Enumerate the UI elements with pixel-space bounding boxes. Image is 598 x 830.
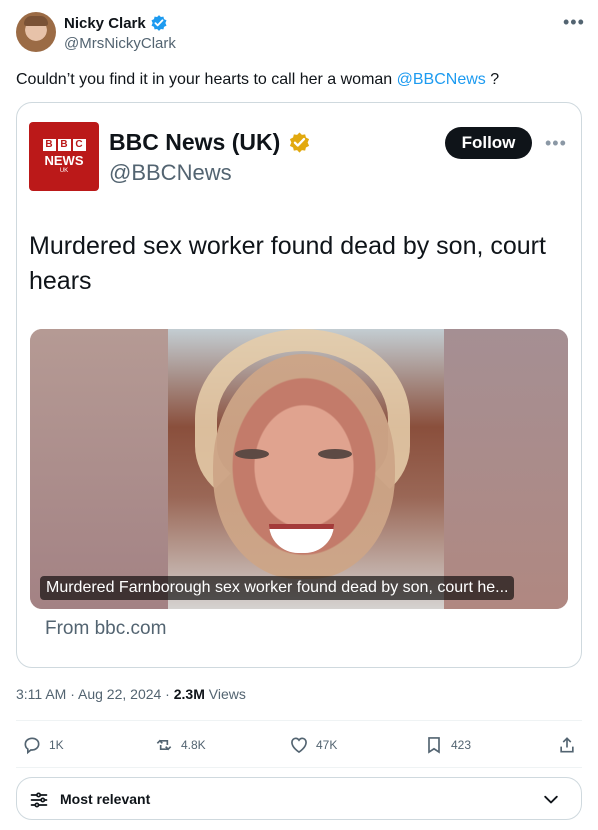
bbc-block-b2: B [57, 138, 71, 151]
reply-count: 1K [49, 738, 64, 752]
photo-eye-right [318, 449, 352, 459]
post-text: Couldn’t you find it in your hearts to c… [16, 69, 499, 90]
post-text-main: Couldn’t you find it in your hearts to c… [16, 71, 397, 88]
chevron-down-icon [544, 795, 558, 804]
filter-icon [30, 792, 48, 808]
sort-label: Most relevant [60, 791, 151, 807]
meta-separator-1: · [66, 686, 78, 702]
quoted-more-icon[interactable]: ••• [545, 133, 567, 154]
reply-button[interactable]: 1K [22, 732, 64, 758]
repost-count: 4.8K [181, 738, 206, 752]
post-meta: 3:11 AM · Aug 22, 2024 · 2.3M Views [16, 686, 246, 702]
photo-caption: Murdered Farnborough sex worker found de… [40, 576, 515, 600]
heart-icon [291, 737, 307, 754]
more-icon[interactable]: ••• [563, 12, 585, 33]
quoted-account-name-row[interactable]: BBC News (UK) [109, 129, 311, 156]
reply-sort-dropdown[interactable]: Most relevant [16, 777, 582, 820]
quoted-account-handle[interactable]: @BBCNews [109, 160, 232, 186]
bbc-block-b1: B [42, 138, 56, 151]
bbc-block-c: C [72, 138, 86, 151]
views-label: Views [208, 686, 246, 702]
repost-button[interactable]: 4.8K [154, 732, 206, 758]
bookmark-button[interactable]: 423 [424, 732, 471, 758]
photo-blur-left [30, 329, 168, 609]
author-avatar[interactable] [16, 12, 56, 52]
article-preview-image[interactable]: Murdered Farnborough sex worker found de… [30, 329, 568, 609]
bbc-blocks: B B C [42, 138, 86, 151]
meta-separator-2: · [161, 686, 174, 702]
photo-blur-right [444, 329, 568, 609]
like-count: 47K [316, 738, 338, 752]
repost-icon [156, 739, 172, 751]
mention-link[interactable]: @BBCNews [397, 71, 486, 88]
share-icon [560, 737, 574, 753]
quoted-headline: Murdered sex worker found dead by son, c… [29, 232, 546, 295]
divider-bottom [16, 767, 582, 768]
article-source[interactable]: From bbc.com [45, 618, 166, 640]
follow-button[interactable]: Follow [445, 127, 532, 159]
post-text-end: ? [485, 71, 500, 88]
quoted-account-name[interactable]: BBC News (UK) [109, 129, 280, 156]
bbc-logo-news-text: NEWS [44, 152, 84, 168]
bookmark-icon [428, 737, 440, 754]
author-name[interactable]: Nicky Clark [64, 15, 146, 32]
divider-top [16, 720, 582, 721]
like-button[interactable]: 47K [289, 732, 337, 758]
post-actions: 1K 4.8K 47K 423 [0, 732, 598, 758]
author-handle[interactable]: @MrsNickyClark [64, 35, 176, 52]
gold-verified-badge-icon [290, 132, 310, 153]
post-date[interactable]: Aug 22, 2024 [78, 686, 161, 702]
quoted-tweet-card[interactable]: B B C NEWS UK BBC News (UK) @BBCNews Fol… [16, 102, 582, 668]
share-button[interactable] [557, 732, 577, 758]
reply-icon [24, 737, 40, 755]
views-count: 2.3M [173, 686, 205, 702]
bbc-news-logo[interactable]: B B C NEWS UK [29, 122, 99, 191]
verified-badge-icon [151, 15, 167, 31]
photo-eye-left [235, 449, 269, 459]
post-time[interactable]: 3:11 AM [16, 686, 66, 702]
bbc-logo-uk-text: UK [59, 167, 69, 174]
author-name-row[interactable]: Nicky Clark [64, 14, 168, 32]
bookmark-count: 423 [451, 738, 472, 752]
